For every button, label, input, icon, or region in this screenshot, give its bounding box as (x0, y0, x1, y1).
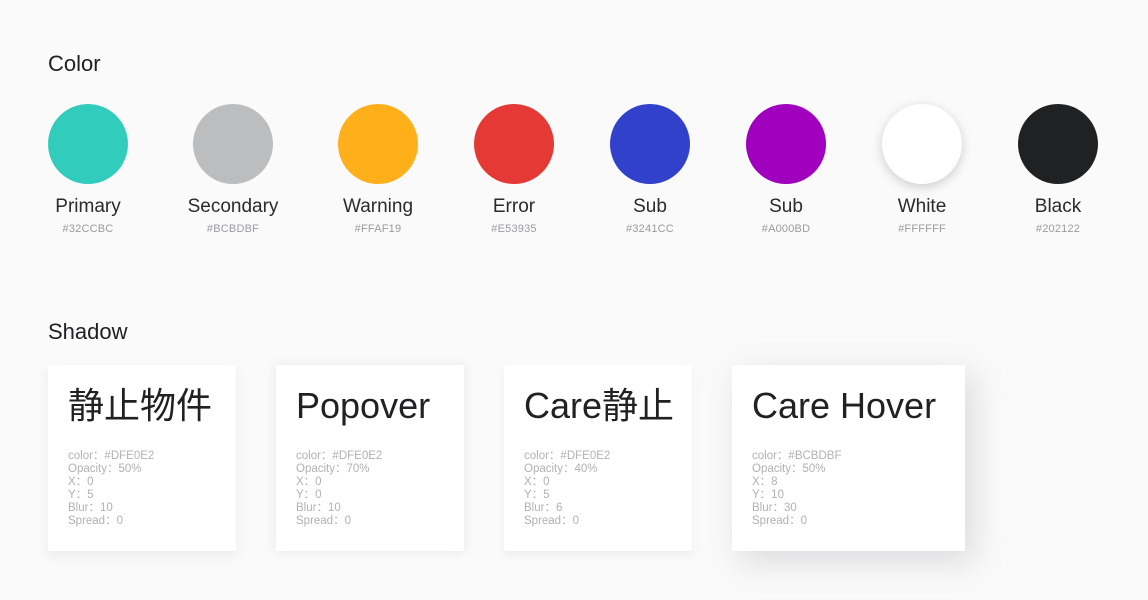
color-circle-white (882, 104, 962, 184)
swatch-hex: #FFFFFF (898, 223, 946, 235)
swatch-error: Error #E53935 (444, 104, 584, 236)
spec-spread: Spread：0 (296, 515, 351, 527)
color-swatch-row: Primary #32CCBC Secondary #BCBDBF Warnin… (0, 104, 1148, 244)
color-circle-sub-blue (610, 104, 690, 184)
swatch-black: Black #202122 (988, 104, 1128, 236)
swatch-name: Secondary (187, 196, 279, 217)
color-circle-primary (48, 104, 128, 184)
swatch-white: White #FFFFFF (852, 104, 992, 236)
swatch-hex: #E53935 (491, 223, 537, 235)
shadow-section-title: Shadow (48, 319, 128, 344)
spec-opacity: Opacity：50% (752, 463, 826, 475)
card-title: 静止物件 (68, 385, 213, 426)
swatch-sub-blue: Sub #3241CC (580, 104, 720, 236)
swatch-name: Black (1034, 196, 1082, 217)
swatch-name: Sub (633, 196, 667, 217)
card-title: Care静止 (524, 385, 675, 426)
spec-color: color：#DFE0E2 (524, 450, 611, 462)
shadow-card-care-hover: Care Hover color：#BCBDBF Opacity：50% X：8… (732, 365, 965, 551)
swatch-hex: #FFAF19 (354, 223, 402, 235)
color-circle-error (474, 104, 554, 184)
color-circle-secondary (193, 104, 273, 184)
swatch-secondary: Secondary #BCBDBF (163, 104, 303, 236)
spec-opacity: Opacity：50% (68, 463, 142, 475)
swatch-warning: Warning #FFAF19 (308, 104, 448, 236)
shadow-spec: color：#BCBDBF Opacity：50% X：8 Y：10 Blur：… (752, 450, 945, 528)
shadow-card-static: 静止物件 color：#DFE0E2 Opacity：50% X：0 Y：5 B… (48, 365, 236, 551)
color-section-title: Color (48, 51, 101, 76)
shadow-spec: color：#DFE0E2 Opacity：70% X：0 Y：0 Blur：1… (296, 450, 444, 528)
spec-x: X：0 (524, 476, 550, 488)
shadow-card-popover: Popover color：#DFE0E2 Opacity：70% X：0 Y：… (276, 365, 464, 551)
spec-y: Y：0 (296, 489, 322, 501)
swatch-hex: #202122 (1035, 223, 1081, 235)
spec-opacity: Opacity：40% (524, 463, 598, 475)
spec-color: color：#DFE0E2 (68, 450, 155, 462)
spec-opacity: Opacity：70% (296, 463, 370, 475)
spec-blur: Blur：10 (296, 502, 341, 514)
swatch-hex: #A000BD (761, 223, 811, 235)
swatch-name: Sub (769, 196, 803, 217)
spec-spread: Spread：0 (68, 515, 123, 527)
shadow-spec: color：#DFE0E2 Opacity：50% X：0 Y：5 Blur：1… (68, 450, 216, 528)
spec-blur: Blur：6 (524, 502, 563, 514)
spec-x: X：0 (296, 476, 322, 488)
card-title: Care Hover (752, 385, 937, 426)
swatch-primary: Primary #32CCBC (18, 104, 158, 236)
card-title: Popover (296, 385, 431, 426)
spec-blur: Blur：10 (68, 502, 113, 514)
spec-x: X：8 (752, 476, 778, 488)
spec-blur: Blur：30 (752, 502, 797, 514)
spec-x: X：0 (68, 476, 94, 488)
spec-color: color：#DFE0E2 (296, 450, 383, 462)
swatch-hex: #BCBDBF (206, 223, 260, 235)
shadow-spec: color：#DFE0E2 Opacity：40% X：0 Y：5 Blur：6… (524, 450, 672, 528)
spec-y: Y：10 (752, 489, 784, 501)
swatch-name: White (897, 196, 947, 217)
swatch-hex: #32CCBC (62, 223, 114, 235)
color-circle-black (1018, 104, 1098, 184)
color-circle-warning (338, 104, 418, 184)
spec-y: Y：5 (68, 489, 94, 501)
spec-spread: Spread：0 (752, 515, 807, 527)
spec-color: color：#BCBDBF (752, 450, 842, 462)
swatch-hex: #3241CC (626, 223, 674, 235)
swatch-name: Error (492, 196, 536, 217)
color-circle-sub-purple (746, 104, 826, 184)
spec-y: Y：5 (524, 489, 550, 501)
shadow-card-care-static: Care静止 color：#DFE0E2 Opacity：40% X：0 Y：5… (504, 365, 692, 551)
spec-spread: Spread：0 (524, 515, 579, 527)
swatch-name: Warning (342, 196, 414, 217)
swatch-name: Primary (55, 196, 121, 217)
swatch-sub-purple: Sub #A000BD (716, 104, 856, 236)
